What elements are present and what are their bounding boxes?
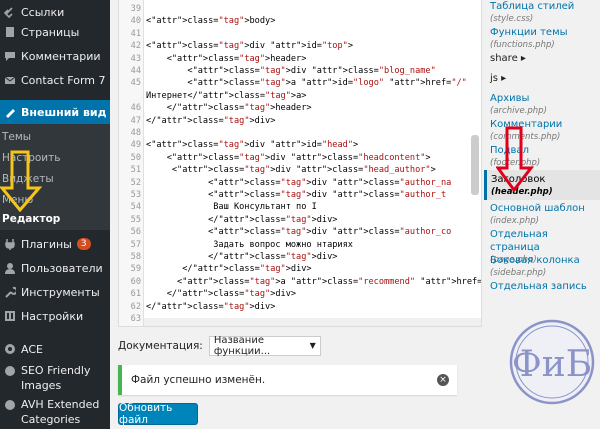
sidebar-item-appearance[interactable]: Внешний вид — [0, 100, 110, 124]
file-path: (sidebar.php) — [490, 268, 547, 278]
file-name: share ▸ — [490, 53, 526, 64]
admin-sidebar: Ссылки Страницы Комментарии Contact Form… — [0, 0, 110, 429]
file-path: (index.php) — [490, 216, 539, 226]
file-item[interactable]: Основной шаблон (index.php) — [484, 202, 600, 227]
sidebar-item-label: Инструменты — [21, 285, 100, 299]
sidebar-item-seo-friendly-images[interactable]: SEO Friendly Images — [0, 360, 110, 394]
file-item[interactable]: Отдельная запись — [484, 280, 600, 293]
file-item[interactable]: Архивы (archive.php) — [484, 92, 600, 117]
sidebar-item-label: Внешний вид — [21, 105, 107, 119]
file-item[interactable]: Боковая колонка (sidebar.php) — [484, 254, 600, 279]
update-file-button[interactable]: Обновить файл — [118, 402, 198, 426]
file-item[interactable]: Функции темы (functions.php) — [484, 26, 600, 51]
update-count-badge: 3 — [76, 238, 91, 250]
settings-icon — [4, 310, 16, 322]
logo-text: ФиБ — [512, 344, 592, 385]
sidebar-item-label: ACE — [21, 342, 43, 356]
documentation-selected-value: Название функции... — [213, 335, 271, 357]
file-path: (functions.php) — [490, 40, 555, 50]
page-icon — [4, 26, 16, 38]
documentation-select[interactable]: Название функции... ▼ — [208, 335, 321, 357]
file-name: Боковая колонка — [490, 255, 580, 266]
sidebar-item-label: Пользователи — [21, 261, 103, 275]
sidebar-item-tools[interactable]: Инструменты — [0, 280, 110, 304]
file-name: Архивы — [490, 93, 530, 104]
code-editor[interactable]: 39 40 <"attr">class="tag">body> 41 42 <"attr"… — [118, 0, 482, 327]
file-name: Отдельная запись — [490, 281, 587, 292]
comment-icon — [4, 50, 16, 62]
success-notice: Файл успешно изменён. × — [118, 365, 457, 395]
notice-text: Файл успешно изменён. — [131, 374, 266, 386]
sidebar-item-contact-form[interactable]: Contact Form 7 — [0, 68, 110, 92]
line-number: 63 — [130, 314, 141, 324]
sidebar-item-label: Страницы — [21, 25, 80, 39]
sidebar-item-label: Плагины — [21, 237, 72, 251]
gear-icon — [4, 343, 16, 355]
file-name: js ▸ — [490, 73, 507, 84]
submenu-item-themes[interactable]: Темы — [0, 128, 110, 146]
fib-logo-watermark: ФиБ — [509, 319, 595, 405]
horizontal-scrollbar[interactable] — [144, 318, 481, 326]
category-icon — [4, 399, 16, 411]
file-name: Функции темы — [490, 27, 568, 38]
file-path: (style.css) — [490, 14, 534, 24]
chevron-down-icon: ▼ — [309, 341, 316, 350]
documentation-label: Документация: — [118, 340, 203, 352]
red-arrow-annotation — [496, 126, 534, 192]
file-name: Основной шаблон — [490, 203, 585, 214]
code-text: </"attr">class="tag">div> — [146, 301, 276, 312]
sidebar-item-plugins[interactable]: Плагины 3 — [0, 232, 110, 256]
line-number: 45 — [130, 78, 141, 89]
documentation-row: Документация: Название функции... ▼ — [118, 335, 321, 357]
users-icon — [4, 262, 16, 274]
sidebar-item-label: AVH Extended — [21, 398, 100, 411]
sidebar-item-label: Contact Form 7 — [21, 73, 106, 87]
sidebar-item-ace[interactable]: ACE — [0, 337, 110, 361]
brush-icon — [4, 106, 16, 118]
sidebar-item-comments[interactable]: Комментарии — [0, 44, 110, 68]
file-item[interactable]: Таблица стилей (style.css) — [484, 0, 600, 25]
wrench-icon — [4, 286, 18, 298]
yellow-arrow-annotation — [0, 150, 42, 212]
close-icon[interactable]: × — [437, 374, 449, 386]
vertical-scrollbar-thumb[interactable] — [471, 135, 479, 195]
submenu-item-editor[interactable]: Редактор — [0, 210, 110, 228]
file-name: Отдельная страница — [490, 229, 548, 253]
mail-icon — [4, 74, 16, 86]
sidebar-item-users[interactable]: Пользователи — [0, 256, 110, 280]
image-icon — [4, 365, 16, 377]
sidebar-item-label: Настройки — [21, 309, 84, 323]
sidebar-item-label-line2: Images — [21, 379, 62, 392]
code-text: </"attr">class="tag">div> — [146, 115, 276, 126]
sidebar-item-label: Ссылки — [21, 5, 65, 19]
file-folder-item[interactable]: share ▸ — [484, 52, 600, 65]
plugin-icon — [4, 238, 16, 250]
sidebar-item-label: Комментарии — [21, 49, 101, 63]
file-name: Таблица стилей — [490, 1, 575, 12]
link-icon — [3, 6, 16, 19]
file-path: (archive.php) — [490, 106, 547, 116]
sidebar-item-avh-extended-categories[interactable]: AVH Extended Categories — [0, 394, 110, 428]
code-text: <"attr">class="tag">body> — [146, 16, 276, 27]
sidebar-item-label: SEO Friendly — [21, 364, 91, 377]
sidebar-item-pages[interactable]: Страницы — [0, 20, 110, 44]
file-folder-item[interactable]: js ▸ — [484, 72, 600, 85]
sidebar-item-label-line2: Categories — [21, 413, 81, 426]
sidebar-item-settings[interactable]: Настройки — [0, 304, 110, 328]
